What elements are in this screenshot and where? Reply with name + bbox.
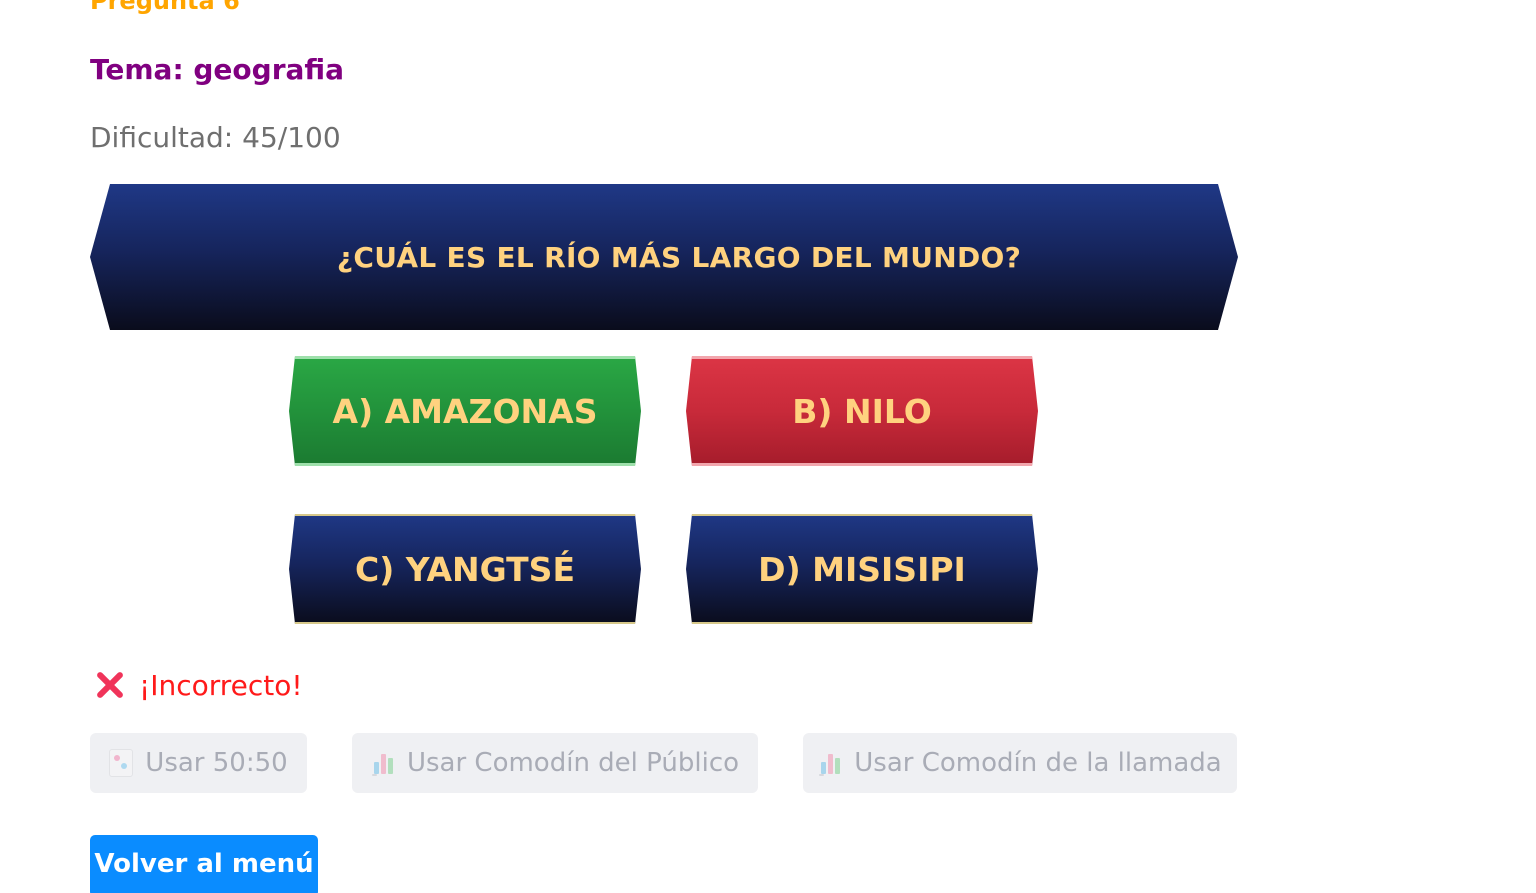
fifty-fifty-button[interactable]: Usar 50:50	[90, 733, 307, 793]
question-text: ¿CUÁL ES EL RÍO MÁS LARGO DEL MUNDO?	[336, 240, 1022, 274]
feedback-message: ¡Incorrecto!	[93, 668, 303, 702]
answer-c-label: C) YANGTSÉ	[354, 549, 575, 589]
fifty-fifty-label: Usar 50:50	[145, 748, 288, 778]
answer-b-button[interactable]: B) NILO	[686, 356, 1038, 466]
bar-chart-icon	[818, 750, 842, 776]
question-box: ¿CUÁL ES EL RÍO MÁS LARGO DEL MUNDO?	[90, 184, 1238, 330]
bar-chart-icon	[371, 750, 395, 776]
quiz-page: Pregunta 6 Tema: geografia Dificultad: 4…	[0, 0, 1536, 893]
back-to-menu-button[interactable]: Volver al menú	[90, 835, 318, 893]
difficulty-label: Dificultad: 45/100	[90, 121, 341, 154]
audience-lifeline-label: Usar Comodín del Público	[406, 748, 740, 778]
cross-mark-icon	[93, 668, 127, 702]
answer-d-button[interactable]: D) MISISIPI	[686, 514, 1038, 624]
feedback-text: ¡Incorrecto!	[139, 668, 303, 702]
question-number: Pregunta 6	[90, 0, 240, 15]
topic-label: Tema: geografia	[90, 53, 345, 86]
answer-c-button[interactable]: C) YANGTSÉ	[289, 514, 641, 624]
answer-a-label: A) AMAZONAS	[332, 391, 598, 431]
phone-lifeline-button[interactable]: Usar Comodín de la llamada	[803, 733, 1237, 793]
answer-d-label: D) MISISIPI	[758, 549, 966, 589]
answer-a-button[interactable]: A) AMAZONAS	[289, 356, 641, 466]
fifty-fifty-icon	[109, 749, 134, 777]
question-banner: ¿CUÁL ES EL RÍO MÁS LARGO DEL MUNDO?	[90, 184, 1238, 330]
audience-lifeline-button[interactable]: Usar Comodín del Público	[352, 733, 758, 793]
answer-b-label: B) NILO	[792, 391, 932, 431]
phone-lifeline-label: Usar Comodín de la llamada	[854, 748, 1222, 778]
